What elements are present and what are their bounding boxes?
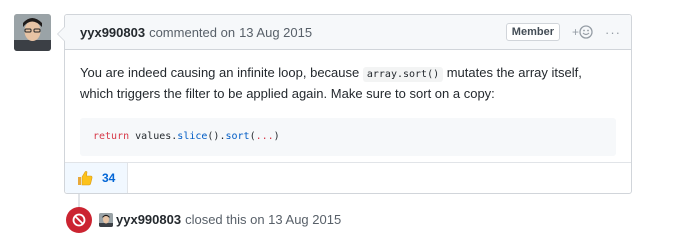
thumbs-up-icon <box>78 171 93 186</box>
reaction-count: 34 <box>102 171 116 185</box>
add-reaction-button[interactable]: + <box>572 25 593 39</box>
comment-card: yyx990803 commented on 13 Aug 2015 Membe… <box>57 14 632 194</box>
more-options-icon[interactable]: ··· <box>605 25 621 40</box>
event-actor[interactable]: yyx990803 <box>116 212 181 227</box>
comment-date[interactable]: 13 Aug 2015 <box>239 25 312 40</box>
code-text: values. <box>129 131 178 142</box>
comment-header: yyx990803 commented on 13 Aug 2015 Membe… <box>65 15 631 50</box>
inline-code: array.sort() <box>362 67 444 82</box>
comment-body: You are indeed causing an infinite loop,… <box>65 50 631 156</box>
code-keyword: return <box>93 131 130 142</box>
code-ellipsis: ... <box>255 131 274 142</box>
smiley-icon <box>579 25 593 39</box>
code-function: slice <box>177 131 208 142</box>
circle-slash-icon <box>72 213 86 227</box>
plus-icon: + <box>571 25 579 39</box>
member-badge: Member <box>505 23 560 41</box>
code-function: sort <box>225 131 250 142</box>
thumbs-up-reaction-button[interactable]: 34 <box>65 163 129 193</box>
code-text: ) <box>273 131 280 142</box>
avatar[interactable] <box>14 14 51 51</box>
code-text: (). <box>207 131 226 142</box>
comment-author[interactable]: yyx990803 <box>80 25 145 40</box>
reactions-bar: 34 <box>65 162 631 193</box>
comment-text-part1: You are indeed causing an infinite loop,… <box>80 65 363 80</box>
event-avatar[interactable] <box>99 212 113 227</box>
code-block: return values.slice().sort(...) <box>80 118 616 156</box>
closed-event: yyx990803 closed this on 13 Aug 2015 <box>99 212 341 227</box>
comment-text: You are indeed causing an infinite loop,… <box>80 63 616 103</box>
event-text: closed this on 13 Aug 2015 <box>185 212 342 227</box>
closed-badge <box>66 207 92 233</box>
comment-action: commented on <box>149 24 236 40</box>
